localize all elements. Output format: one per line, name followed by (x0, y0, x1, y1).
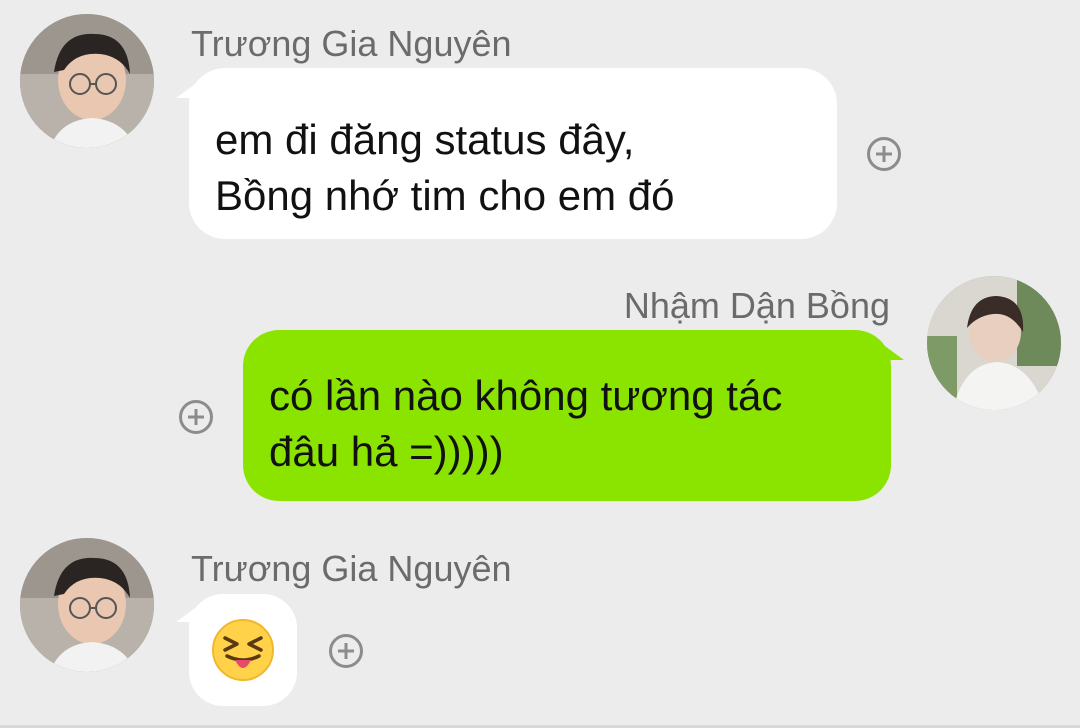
sender-name: Trương Gia Nguyên (191, 548, 512, 589)
message-bubble[interactable] (189, 594, 297, 706)
avatar-boy-glasses-icon (20, 538, 154, 672)
avatar[interactable] (20, 538, 154, 672)
add-reaction-icon[interactable] (329, 634, 363, 668)
message-row-3: Trương Gia Nguyên (0, 0, 1080, 728)
squinting-tongue-face-emoji-icon (212, 619, 274, 681)
